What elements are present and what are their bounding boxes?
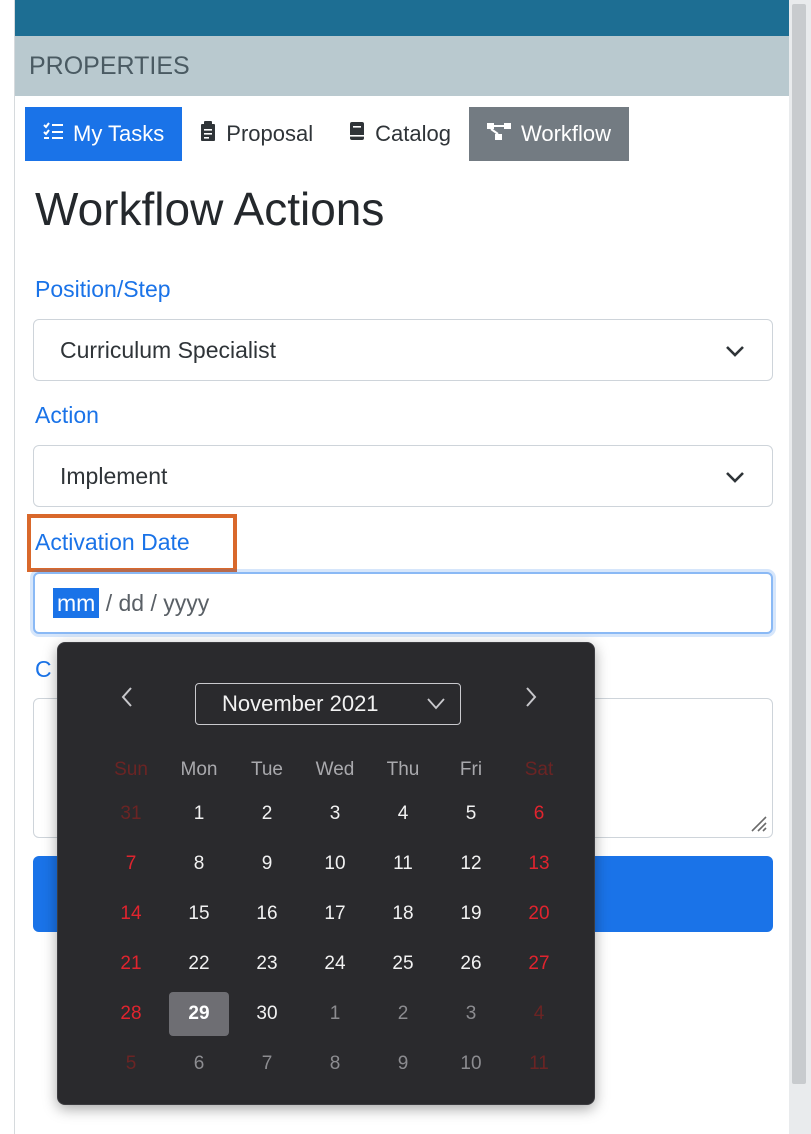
chevron-right-icon <box>526 687 537 707</box>
next-month-button[interactable] <box>518 683 544 717</box>
resize-handle-icon[interactable] <box>746 811 768 833</box>
calendar-day[interactable]: 24 <box>301 939 369 989</box>
calendar-week: 21 22 23 24 25 26 27 <box>97 939 573 989</box>
calendar-day[interactable]: 12 <box>437 839 505 889</box>
tab-label: Proposal <box>226 121 314 146</box>
calendar-day-selected[interactable]: 29 <box>165 989 233 1039</box>
month-year-select[interactable]: November 2021 <box>195 683 461 725</box>
list-check-icon <box>43 122 63 146</box>
chevron-down-icon <box>726 472 744 483</box>
month-year-value: November 2021 <box>222 691 379 716</box>
tab-proposal[interactable]: Proposal <box>182 107 332 161</box>
calendar-day[interactable]: 7 <box>97 839 165 889</box>
calendar-day[interactable]: 25 <box>369 939 437 989</box>
calendar-day[interactable]: 7 <box>233 1039 301 1089</box>
tab-bar: My Tasks Proposal Catalog Workflow <box>25 107 630 161</box>
calendar-day[interactable]: 18 <box>369 889 437 939</box>
calendar-day[interactable]: 4 <box>369 789 437 839</box>
calendar-day[interactable]: 2 <box>369 989 437 1039</box>
calendar-day[interactable]: 5 <box>97 1039 165 1089</box>
position-step-value: Curriculum Specialist <box>60 337 277 363</box>
calendar-day[interactable]: 13 <box>505 839 573 889</box>
properties-header: PROPERTIES <box>15 36 790 96</box>
calendar-day[interactable]: 22 <box>165 939 233 989</box>
previous-month-button[interactable] <box>114 683 140 717</box>
calendar-day[interactable]: 20 <box>505 889 573 939</box>
weekday-label: Sat <box>524 759 554 780</box>
weekday-label: Wed <box>315 759 355 780</box>
calendar-day[interactable]: 1 <box>165 789 233 839</box>
scrollbar-thumb[interactable] <box>792 4 806 1084</box>
calendar-week: 14 15 16 17 18 19 20 <box>97 889 573 939</box>
calendar-day[interactable]: 4 <box>505 989 573 1039</box>
tab-label: My Tasks <box>73 121 165 146</box>
calendar-day[interactable]: 3 <box>301 789 369 839</box>
calendar-day[interactable]: 11 <box>505 1039 573 1089</box>
calendar-day[interactable]: 1 <box>301 989 369 1039</box>
activation-date-input[interactable]: mm / dd / yyyy <box>33 572 773 634</box>
highlight-box <box>27 514 237 572</box>
calendar-day[interactable]: 19 <box>437 889 505 939</box>
weekday-label: Mon <box>180 759 218 780</box>
tab-label: Catalog <box>375 121 451 146</box>
calendar-day[interactable]: 2 <box>233 789 301 839</box>
calendar-day[interactable]: 31 <box>97 789 165 839</box>
action-value: Implement <box>60 463 168 489</box>
calendar-day[interactable]: 23 <box>233 939 301 989</box>
calendar-day[interactable]: 17 <box>301 889 369 939</box>
properties-panel: PROPERTIES My Tasks Proposal Catalog Wor… <box>14 0 790 1134</box>
calendar-grid: Sun Mon Tue Wed Thu Fri Sat 31 1 2 3 4 5… <box>97 751 573 1089</box>
tab-catalog[interactable]: Catalog <box>331 107 469 161</box>
selected-day-value: 29 <box>169 992 229 1036</box>
tab-my-tasks[interactable]: My Tasks <box>25 107 183 161</box>
date-month-segment: mm <box>53 588 100 618</box>
calendar-day[interactable]: 28 <box>97 989 165 1039</box>
top-bar <box>15 0 790 36</box>
calendar-week: 31 1 2 3 4 5 6 <box>97 789 573 839</box>
tab-workflow[interactable]: Workflow <box>468 107 630 161</box>
calendar-day[interactable]: 15 <box>165 889 233 939</box>
calendar-week: 28 29 30 1 2 3 4 <box>97 989 573 1039</box>
comments-label: C <box>35 656 52 682</box>
page-title: Workflow Actions <box>35 183 385 235</box>
calendar-day[interactable]: 9 <box>369 1039 437 1089</box>
calendar-week: 5 6 7 8 9 10 11 <box>97 1039 573 1089</box>
calendar-day[interactable]: 27 <box>505 939 573 989</box>
workflow-icon <box>486 122 511 146</box>
calendar-day[interactable]: 3 <box>437 989 505 1039</box>
calendar-day[interactable]: 16 <box>233 889 301 939</box>
date-rest-segment: / dd / yyyy <box>99 590 210 616</box>
weekday-header: Sun Mon Tue Wed Thu Fri Sat <box>97 751 573 789</box>
action-label: Action <box>35 402 99 428</box>
calendar-day[interactable]: 6 <box>165 1039 233 1089</box>
calendar-day[interactable]: 5 <box>437 789 505 839</box>
calendar-day[interactable]: 11 <box>369 839 437 889</box>
calendar-day[interactable]: 14 <box>97 889 165 939</box>
tab-label: Workflow <box>520 121 612 146</box>
calendar-day[interactable]: 8 <box>165 839 233 889</box>
calendar-day[interactable]: 21 <box>97 939 165 989</box>
chevron-down-icon <box>427 698 445 710</box>
calendar-day[interactable]: 8 <box>301 1039 369 1089</box>
date-picker-popup: November 2021 Sun Mon Tue Wed Thu Fri Sa… <box>57 642 595 1105</box>
position-step-label: Position/Step <box>35 276 171 302</box>
action-select[interactable]: Implement <box>33 445 773 507</box>
weekday-label: Sun <box>114 759 148 780</box>
calendar-day[interactable]: 26 <box>437 939 505 989</box>
position-step-select[interactable]: Curriculum Specialist <box>33 319 773 381</box>
weekday-label: Thu <box>386 759 420 780</box>
calendar-day[interactable]: 6 <box>505 789 573 839</box>
weekday-label: Tue <box>250 759 284 780</box>
weekday-label: Fri <box>459 759 483 780</box>
calendar-week: 7 8 9 10 11 12 13 <box>97 839 573 889</box>
calendar-day[interactable]: 9 <box>233 839 301 889</box>
left-margin <box>0 0 14 1134</box>
clipboard-icon <box>200 121 216 147</box>
book-icon <box>349 121 365 147</box>
calendar-day[interactable]: 10 <box>437 1039 505 1089</box>
chevron-down-icon <box>726 346 744 357</box>
calendar-day[interactable]: 30 <box>233 989 301 1039</box>
calendar-day[interactable]: 10 <box>301 839 369 889</box>
chevron-left-icon <box>121 687 132 707</box>
